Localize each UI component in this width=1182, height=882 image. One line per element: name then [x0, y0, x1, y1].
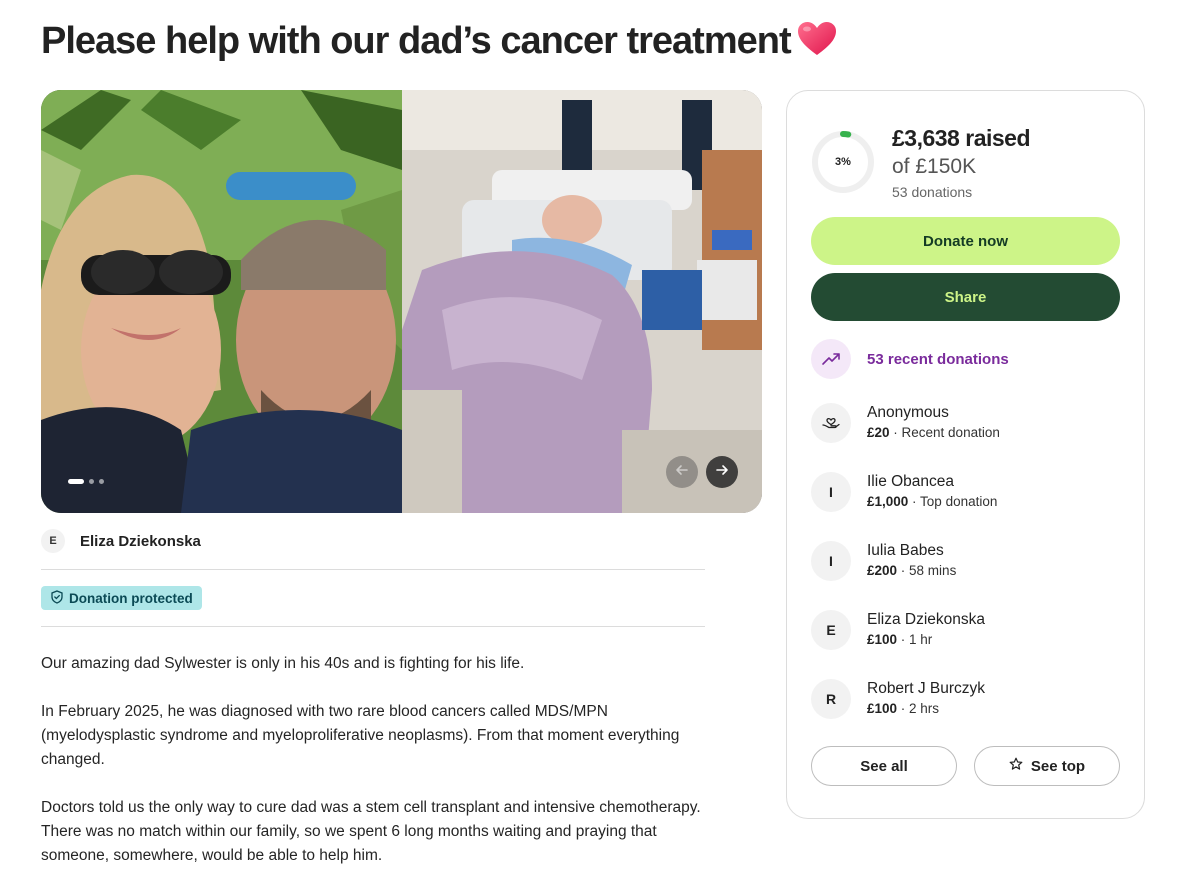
donation-count: 53 donations [892, 184, 973, 200]
donor-avatar [811, 403, 851, 443]
donor-amount: £200 [867, 563, 898, 578]
see-top-label: See top [1030, 757, 1086, 775]
donor-note: · 1 hr [897, 632, 933, 647]
arrow-right-icon [715, 463, 729, 482]
donor-note: · 2 hrs [897, 701, 940, 716]
donor-row: I Ilie Obancea £1,000 · Top donation [811, 472, 997, 512]
donate-now-button[interactable]: Donate now [811, 217, 1120, 265]
donor-amount: £20 [867, 425, 890, 440]
donor-row: Anonymous £20 · Recent donation [811, 403, 1000, 443]
donor-row: E Eliza Dziekonska £100 · 1 hr [811, 610, 985, 650]
recent-donations-label: 53 recent donations [867, 350, 1009, 368]
donor-amount: £100 [867, 632, 898, 647]
see-all-button[interactable]: See all [811, 746, 957, 786]
photo-hospital-bed [402, 90, 762, 513]
recent-donations-link[interactable]: 53 recent donations [811, 339, 1009, 379]
page-title: Please help with our dad’s cancer treatm… [41, 20, 837, 67]
page-title-text: Please help with our dad’s cancer treatm… [41, 20, 792, 62]
donor-avatar: I [811, 541, 851, 581]
donor-avatar: E [811, 610, 851, 650]
donor-row: R Robert J Burczyk £100 · 2 hrs [811, 679, 985, 719]
organizer-name: Eliza Dziekonska [80, 532, 201, 550]
gallery-dot[interactable] [89, 479, 94, 484]
donor-note: · 58 mins [897, 563, 957, 578]
story-paragraph: Our amazing dad Sylwester is only in his… [41, 655, 525, 672]
organizer-avatar: E [41, 529, 65, 553]
photo-couple-selfie [41, 90, 402, 513]
arrow-left-icon [675, 463, 689, 482]
story-text: Our amazing dad Sylwester is only in his… [41, 652, 705, 882]
donor-note: · Recent donation [889, 425, 1000, 440]
gallery-dots [68, 479, 104, 484]
heart-icon [797, 21, 837, 67]
photo-gallery[interactable] [41, 90, 762, 513]
amount-raised: £3,638 raised [892, 125, 1031, 151]
gallery-prev-button[interactable] [666, 456, 698, 488]
share-button[interactable]: Share [811, 273, 1120, 321]
donor-avatar: R [811, 679, 851, 719]
trending-up-icon [811, 339, 851, 379]
donor-avatar: I [811, 472, 851, 512]
gallery-dot-active[interactable] [68, 479, 84, 484]
shield-icon [50, 589, 64, 607]
donor-amount: £100 [867, 701, 898, 716]
see-top-button[interactable]: See top [974, 746, 1120, 786]
see-all-label: See all [860, 757, 908, 775]
hand-heart-icon [820, 411, 842, 436]
progress-percent: 3% [835, 156, 851, 168]
donor-note: · Top donation [908, 494, 998, 509]
story-paragraph: Doctors told us the only way to cure dad… [41, 799, 701, 864]
donor-meta: £1,000 · Top donation [867, 492, 997, 512]
donor-name: Anonymous [867, 404, 949, 421]
donor-meta: £100 · 1 hr [867, 630, 985, 650]
gallery-next-button[interactable] [706, 456, 738, 488]
donor-amount: £1,000 [867, 494, 909, 509]
donor-meta: £100 · 2 hrs [867, 699, 985, 719]
goal-amount: of £150K [892, 155, 977, 178]
star-icon [1009, 757, 1023, 775]
donor-name: Eliza Dziekonska [867, 611, 986, 628]
badge-label: Donation protected [69, 590, 193, 606]
donor-meta: £20 · Recent donation [867, 423, 1000, 443]
donor-name: Iulia Babes [867, 542, 944, 559]
donor-meta: £200 · 58 mins [867, 561, 956, 581]
story-paragraph: In February 2025, he was diagnosed with … [41, 703, 680, 768]
donor-row: I Iulia Babes £200 · 58 mins [811, 541, 956, 581]
donor-name: Ilie Obancea [867, 473, 955, 490]
divider [41, 626, 705, 627]
divider [41, 569, 705, 570]
donation-card: 3% £3,638 raised of £150K 53 donations D… [786, 90, 1145, 819]
donation-protected-badge[interactable]: Donation protected [41, 586, 202, 610]
donor-name: Robert J Burczyk [867, 680, 986, 697]
gallery-dot[interactable] [99, 479, 104, 484]
organizer-row[interactable]: E Eliza Dziekonska [41, 529, 201, 553]
